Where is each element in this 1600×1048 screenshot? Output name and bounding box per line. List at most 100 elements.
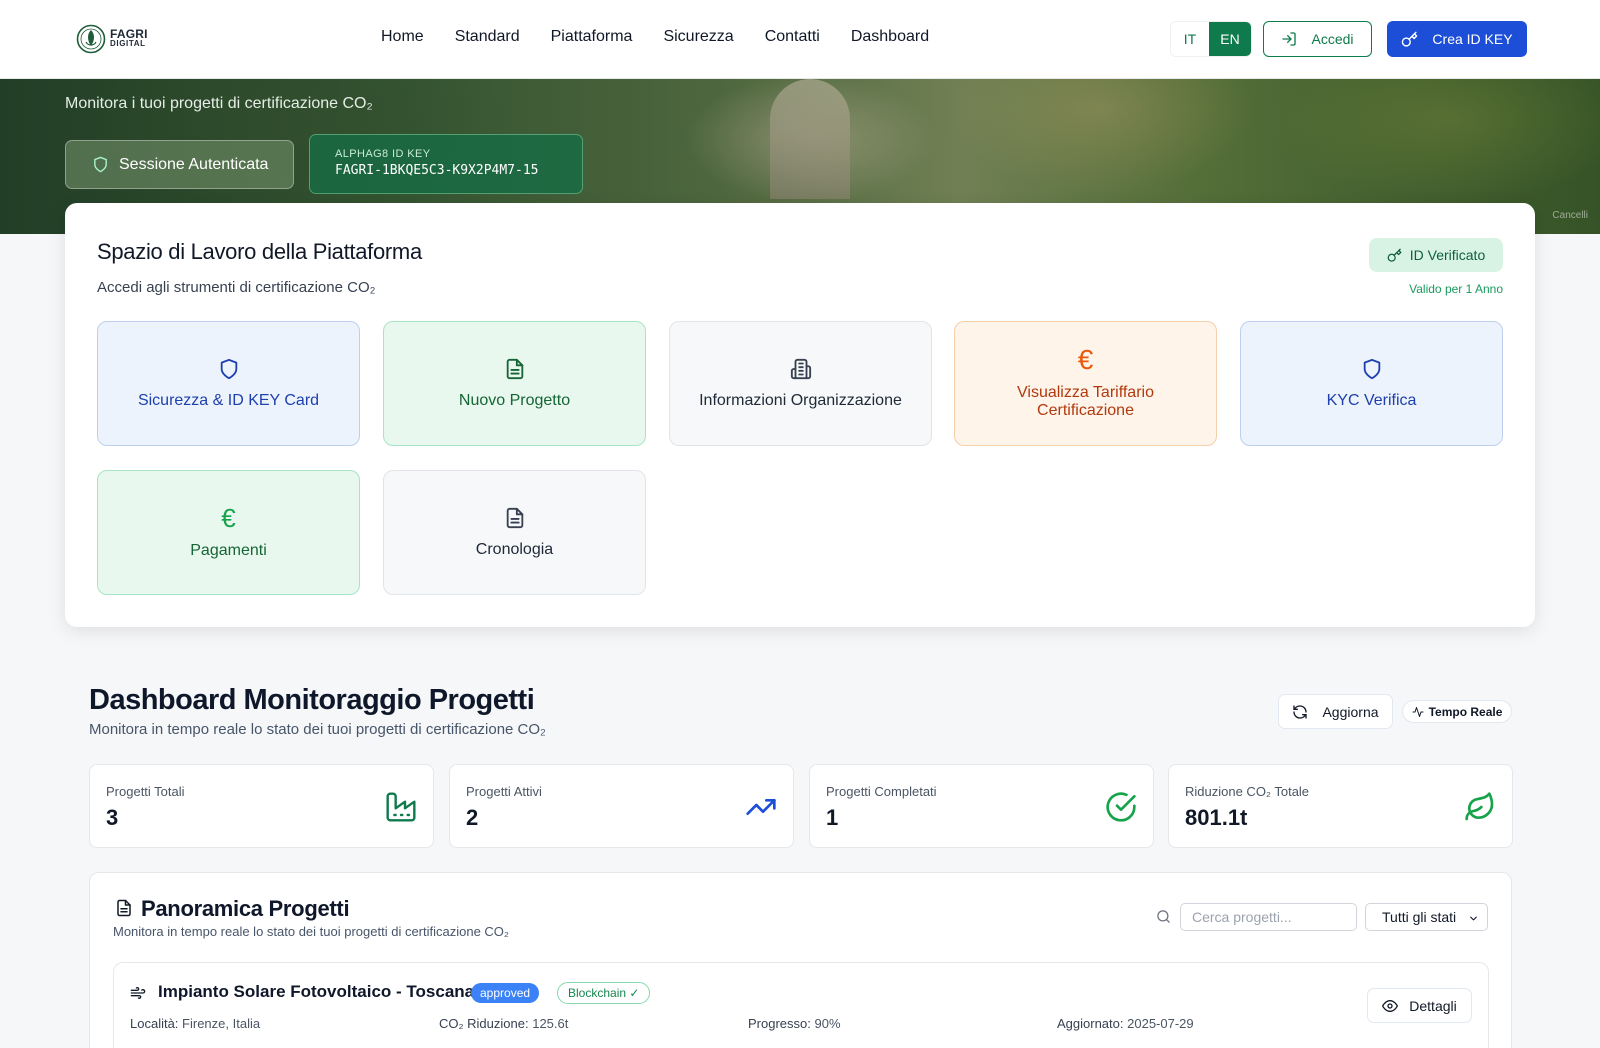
status-filter-value: Tutti gli stati bbox=[1382, 909, 1457, 925]
create-id-key-label: Crea ID KEY bbox=[1432, 31, 1513, 47]
factory-icon bbox=[386, 792, 416, 822]
lang-it-button[interactable]: IT bbox=[1171, 22, 1209, 56]
project-search-input[interactable] bbox=[1180, 903, 1357, 931]
main-nav: Home Standard Piattaforma Sicurezza Cont… bbox=[381, 28, 960, 46]
document-icon bbox=[506, 358, 523, 379]
validity-label: Valido per 1 Anno bbox=[1409, 282, 1503, 296]
tile-new-project[interactable]: Nuovo Progetto bbox=[383, 321, 646, 446]
key-icon bbox=[1387, 248, 1402, 262]
document-icon bbox=[117, 899, 131, 917]
tile-label: KYC Verifica bbox=[1326, 391, 1417, 409]
stat-label: Progetti Totali bbox=[106, 784, 185, 799]
leaf-icon bbox=[1465, 792, 1494, 821]
project-location: Località: Firenze, Italia bbox=[130, 1016, 260, 1031]
meta-label: CO₂ Riduzione: bbox=[439, 1016, 529, 1031]
activity-icon bbox=[1412, 706, 1424, 717]
stat-card-active-projects: Progetti Attivi 2 bbox=[449, 764, 794, 848]
meta-label: Località: bbox=[130, 1016, 179, 1031]
refresh-button[interactable]: Aggiorna bbox=[1278, 694, 1393, 729]
tile-payments[interactable]: € Pagamenti bbox=[97, 470, 360, 595]
realtime-label: Tempo Reale bbox=[1428, 704, 1503, 719]
nav-sicurezza[interactable]: Sicurezza bbox=[663, 28, 733, 46]
session-label: Sessione Autenticata bbox=[119, 155, 269, 173]
shield-icon bbox=[1363, 358, 1380, 379]
logo-mark-icon bbox=[76, 24, 106, 54]
hero-subtitle: Monitora i tuoi progetti di certificazio… bbox=[65, 95, 373, 112]
details-label: Dettagli bbox=[1409, 997, 1457, 1014]
key-icon bbox=[1402, 31, 1418, 47]
status-badge: approved bbox=[471, 983, 540, 1003]
project-updated: Aggiornato: 2025-07-29 bbox=[1057, 1016, 1194, 1031]
tile-label: Informazioni Organizzazione bbox=[699, 391, 902, 409]
nav-contatti[interactable]: Contatti bbox=[765, 28, 820, 46]
shield-icon bbox=[94, 156, 107, 173]
meta-value: 90% bbox=[814, 1016, 841, 1031]
id-verified-badge: ID Verificato bbox=[1369, 238, 1503, 272]
overview-title: Panoramica Progetti bbox=[141, 896, 350, 921]
projects-overview-panel: Panoramica Progetti Monitora in tempo re… bbox=[89, 872, 1512, 1048]
brand-sub: DIGITAL bbox=[110, 39, 146, 48]
stat-label: Progetti Completati bbox=[826, 784, 937, 799]
meta-value: 125.6t bbox=[532, 1016, 569, 1031]
search-icon bbox=[1157, 910, 1170, 923]
tile-organization-info[interactable]: Informazioni Organizzazione bbox=[669, 321, 932, 446]
lang-en-button[interactable]: EN bbox=[1209, 22, 1251, 56]
id-key-label: ALPHAG8 ID KEY bbox=[335, 148, 431, 160]
wind-icon bbox=[130, 987, 146, 999]
stat-value: 1 bbox=[826, 805, 839, 830]
stat-card-co2-reduction: Riduzione CO₂ Totale 801.1t bbox=[1168, 764, 1513, 848]
login-label: Accedi bbox=[1311, 31, 1354, 47]
refresh-label: Aggiorna bbox=[1322, 703, 1379, 720]
id-verified-label: ID Verificato bbox=[1409, 247, 1486, 263]
nav-standard[interactable]: Standard bbox=[455, 28, 520, 46]
dashboard-subtitle: Monitora in tempo reale lo stato dei tuo… bbox=[89, 721, 546, 738]
brand-name: FAGRI bbox=[110, 27, 148, 41]
tile-label: Visualizza Tariffario Certificazione bbox=[1017, 383, 1154, 419]
tile-kyc-verification[interactable]: KYC Verifica bbox=[1240, 321, 1503, 446]
workspace-card: Spazio di Lavoro della Piattaforma Acced… bbox=[65, 203, 1535, 627]
project-progress: Progresso: 90% bbox=[748, 1016, 841, 1031]
tile-label: Sicurezza & ID KEY Card bbox=[137, 391, 320, 409]
dashboard-title: Dashboard Monitoraggio Progetti bbox=[89, 684, 535, 716]
language-switcher: IT EN bbox=[1170, 21, 1252, 57]
nav-piattaforma[interactable]: Piattaforma bbox=[551, 28, 633, 46]
stat-value: 801.1t bbox=[1185, 805, 1248, 830]
login-button[interactable]: Accedi bbox=[1263, 21, 1372, 57]
meta-label: Aggiornato: bbox=[1057, 1016, 1124, 1031]
document-icon bbox=[506, 507, 523, 528]
workspace-subtitle: Accedi agli strumenti di certificazione … bbox=[97, 279, 376, 296]
tile-label: Cronologia bbox=[475, 540, 554, 558]
meta-label: Progresso: bbox=[748, 1016, 811, 1031]
stat-label: Riduzione CO₂ Totale bbox=[1185, 784, 1310, 799]
euro-icon: € bbox=[221, 502, 236, 533]
nav-home[interactable]: Home bbox=[381, 28, 424, 46]
tile-label: Pagamenti bbox=[190, 541, 267, 559]
stat-card-total-projects: Progetti Totali 3 bbox=[89, 764, 434, 848]
chevron-down-icon bbox=[1470, 916, 1477, 921]
project-title[interactable]: Impianto Solare Fotovoltaico - Toscana bbox=[158, 982, 474, 1002]
login-icon bbox=[1282, 32, 1297, 46]
stat-value: 3 bbox=[106, 805, 119, 830]
building-icon bbox=[790, 358, 811, 379]
id-key-display: ALPHAG8 ID KEY FAGRI-1BKQE5C3-K9X2P4M7-1… bbox=[309, 134, 583, 194]
stat-value: 2 bbox=[466, 805, 479, 830]
status-filter-select[interactable]: Tutti gli stati bbox=[1365, 903, 1488, 931]
eye-icon bbox=[1382, 999, 1399, 1012]
tile-security-id-key-card[interactable]: Sicurezza & ID KEY Card bbox=[97, 321, 360, 446]
workspace-title: Spazio di Lavoro della Piattaforma bbox=[97, 239, 422, 264]
stat-label: Progetti Attivi bbox=[466, 784, 542, 799]
blockchain-badge: Blockchain ✓ bbox=[557, 982, 651, 1004]
project-co2-reduction: CO₂ Riduzione: 125.6t bbox=[439, 1016, 568, 1031]
top-header: FAGRI DIGITAL Home Standard Piattaforma … bbox=[0, 0, 1600, 79]
check-circle-icon bbox=[1106, 792, 1136, 822]
brand-logo[interactable]: FAGRI DIGITAL bbox=[76, 24, 148, 54]
project-details-button[interactable]: Dettagli bbox=[1367, 988, 1472, 1023]
tile-history[interactable]: Cronologia bbox=[383, 470, 646, 595]
shield-icon bbox=[220, 358, 237, 379]
tile-certification-pricing[interactable]: € Visualizza Tariffario Certificazione bbox=[954, 321, 1217, 446]
project-row: Impianto Solare Fotovoltaico - Toscana a… bbox=[113, 962, 1489, 1048]
create-id-key-button[interactable]: Crea ID KEY bbox=[1387, 21, 1527, 57]
euro-icon: € bbox=[1077, 343, 1094, 375]
nav-dashboard[interactable]: Dashboard bbox=[851, 28, 929, 46]
meta-value: 2025-07-29 bbox=[1127, 1016, 1194, 1031]
